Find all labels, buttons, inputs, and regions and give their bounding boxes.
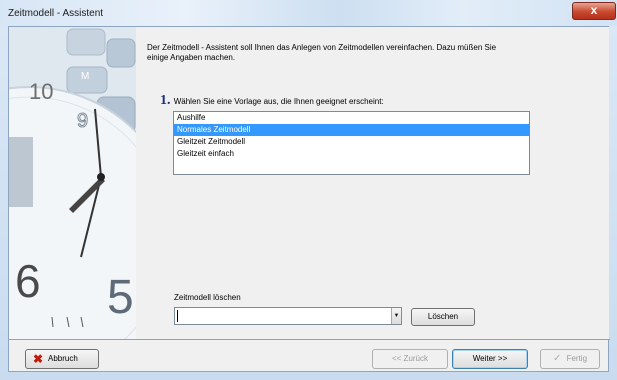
delete-button[interactable]: Löschen bbox=[411, 308, 475, 326]
svg-text:10: 10 bbox=[29, 79, 53, 104]
finish-button[interactable]: ✓ Fertig bbox=[540, 349, 600, 369]
next-button-label: Weiter >> bbox=[472, 354, 508, 363]
cancel-button-label: Abbruch bbox=[48, 354, 78, 363]
svg-text:M: M bbox=[81, 71, 89, 82]
x-icon: ✖ bbox=[33, 352, 44, 366]
footer-divider bbox=[9, 339, 610, 340]
checkmark-pen-icon: ✓ bbox=[552, 353, 562, 364]
template-listbox[interactable]: Aushilfe Normales Zeitmodell Gleitzeit Z… bbox=[173, 111, 530, 175]
next-button[interactable]: Weiter >> bbox=[452, 349, 528, 369]
intro-text: Der Zeitmodell - Assistent soll Ihnen da… bbox=[147, 43, 497, 62]
delete-model-combobox[interactable]: ▼ bbox=[174, 307, 402, 325]
close-button[interactable]: x bbox=[572, 2, 616, 20]
svg-text:6: 6 bbox=[15, 255, 41, 307]
wizard-window: Zeitmodell - Assistent x M 10 9 6 5 Der … bbox=[0, 0, 617, 380]
back-button[interactable]: << Zurück bbox=[372, 349, 448, 369]
list-item-normales-zeitmodell[interactable]: Normales Zeitmodell bbox=[174, 124, 529, 136]
step-number: 1. bbox=[160, 93, 171, 108]
list-item-gleitzeit-zeitmodell[interactable]: Gleitzeit Zeitmodell bbox=[174, 136, 529, 148]
title-bar[interactable]: Zeitmodell - Assistent x bbox=[0, 0, 617, 26]
text-caret bbox=[177, 310, 178, 322]
step-instruction: 1. Wählen Sie eine Vorlage aus, die Ihne… bbox=[160, 93, 384, 109]
svg-text:5: 5 bbox=[107, 271, 134, 324]
finish-button-label: Fertig bbox=[566, 354, 588, 363]
dropdown-arrow-icon[interactable]: ▼ bbox=[391, 308, 401, 324]
client-area: M 10 9 6 5 Der Zeitmodell - Assistent so… bbox=[8, 26, 610, 372]
window-title: Zeitmodell - Assistent bbox=[8, 8, 104, 19]
wizard-content: Der Zeitmodell - Assistent soll Ihnen da… bbox=[137, 27, 609, 339]
cancel-button[interactable]: ✖ Abbruch bbox=[25, 349, 99, 369]
clock-illustration: M 10 9 6 5 bbox=[9, 27, 136, 339]
list-item-gleitzeit-einfach[interactable]: Gleitzeit einfach bbox=[174, 148, 529, 160]
delete-model-label: Zeitmodell löschen bbox=[174, 293, 241, 302]
svg-text:9: 9 bbox=[77, 110, 88, 132]
step-text: Wählen Sie eine Vorlage aus, die Ihnen g… bbox=[173, 97, 384, 106]
clock-illustration-graphic: M 10 9 6 5 bbox=[9, 27, 136, 339]
list-item-aushilfe[interactable]: Aushilfe bbox=[174, 112, 529, 124]
